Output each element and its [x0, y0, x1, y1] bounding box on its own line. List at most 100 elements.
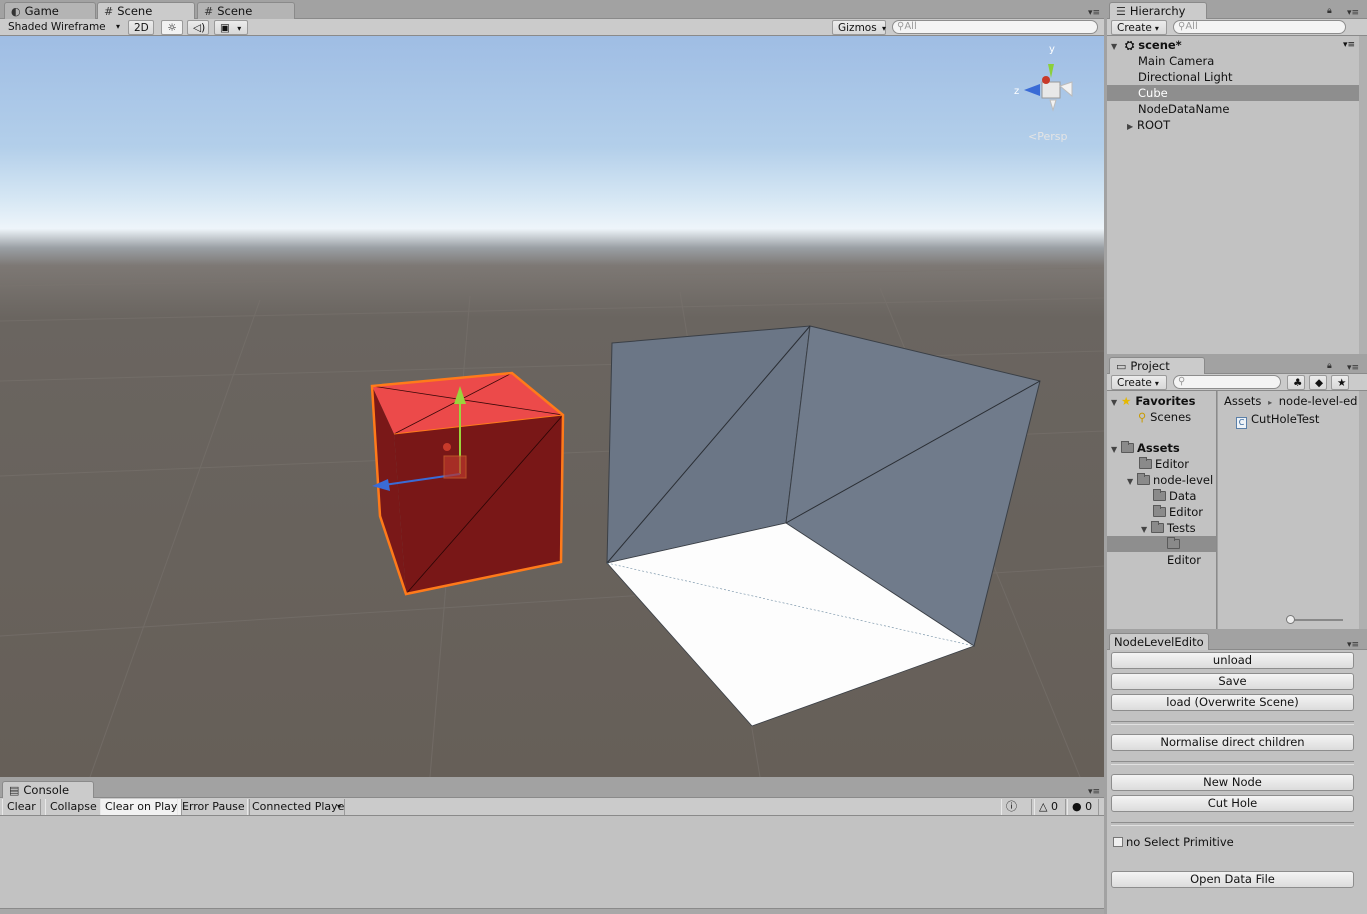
hierarchy-item-directional-light[interactable]: Directional Light [1107, 69, 1359, 85]
new-node-button[interactable]: New Node [1111, 774, 1354, 791]
project-create-dropdown[interactable]: Create ▾ [1111, 375, 1167, 390]
gizmo-y-label: y [1049, 44, 1055, 55]
project-files[interactable]: Assets ▸ node-level-ed C CutHoleTest [1218, 391, 1359, 629]
expand-arrow-icon[interactable]: ▶ [1127, 119, 1137, 135]
hash-icon: # [204, 5, 214, 18]
project-toolbar: Create ▾ ⚲ ♣ ◆ ★ [1107, 374, 1367, 391]
tab-node-level-editor[interactable]: NodeLevelEdito [1109, 633, 1209, 651]
console-tab-strip: ▤ Console ▾≡ [0, 777, 1104, 799]
pane-menu-icon[interactable]: ▾≡ [1088, 8, 1100, 18]
console-clear-on-play-button[interactable]: Clear on Play [100, 799, 183, 815]
unload-button[interactable]: unload [1111, 652, 1354, 669]
console-icon: ▤ [9, 784, 20, 797]
save-button[interactable]: Save [1111, 673, 1354, 690]
tab-project[interactable]: ▭ Project [1109, 357, 1205, 375]
hierarchy-tab-strip: ☰ Hierarchy 🔒︎ ▾≡ [1107, 0, 1367, 20]
console-log-area[interactable] [0, 816, 1104, 908]
tab-console[interactable]: ▤ Console [2, 781, 94, 799]
lock-icon[interactable]: 🔒︎ [1327, 361, 1332, 371]
list-icon: ☰ [1116, 5, 1126, 18]
audio-toggle[interactable]: ◁) [187, 20, 209, 35]
scene-toolbar: Shaded Wireframe ▾ 2D ☼ ◁) ▣ ▾ Gizmos ▾ … [0, 19, 1104, 36]
effects-dropdown[interactable]: ▣ ▾ [214, 20, 248, 35]
hierarchy-item-root[interactable]: ▶ ROOT [1107, 117, 1359, 133]
open-data-file-button[interactable]: Open Data File [1111, 871, 1354, 888]
tab-game[interactable]: ◐ Game [4, 2, 96, 19]
tree-favorites[interactable]: ▼ ★ Favorites [1107, 393, 1216, 409]
file-item[interactable]: C CutHoleTest [1218, 411, 1359, 429]
divider [1111, 721, 1354, 725]
project-tab-strip: ▭ Project 🔒︎ ▾≡ [1107, 355, 1367, 375]
axis-cube-icon [1024, 64, 1073, 112]
search-icon: ⚲ [1138, 410, 1147, 424]
project-tree[interactable]: ▼ ★ Favorites ⚲ Scenes ▼ Assets Editor ▼ no… [1107, 391, 1217, 629]
console-warning-toggle[interactable]: △ 0 [1034, 799, 1066, 815]
normalise-children-button[interactable]: Normalise direct children [1111, 734, 1354, 751]
draw-mode-dropdown[interactable]: Shaded Wireframe ▾ [3, 20, 123, 35]
tree-node-level[interactable]: ▼ node-level [1107, 472, 1216, 488]
console-error-toggle[interactable]: ● 0 [1067, 799, 1099, 815]
favorite-button[interactable]: ★ [1331, 375, 1349, 390]
gizmos-dropdown[interactable]: Gizmos ▾ [832, 20, 886, 35]
pane-menu-icon[interactable]: ▾≡ [1347, 640, 1359, 650]
hierarchy-search-input[interactable]: ⚲All [1173, 20, 1346, 34]
scene-viewport[interactable]: y z <Persp [0, 36, 1104, 777]
lighting-toggle[interactable]: ☼ [161, 20, 183, 35]
console-log-toggle[interactable]: ⓘ 0 [1001, 799, 1032, 828]
cut-hole-button[interactable]: Cut Hole [1111, 795, 1354, 812]
pane-menu-icon[interactable]: ▾≡ [1347, 363, 1359, 373]
lock-icon[interactable]: 🔒︎ [1327, 6, 1332, 16]
tree-editor[interactable]: Editor [1107, 456, 1216, 472]
tree-tests-editor[interactable]: Editor [1107, 536, 1216, 567]
scene-tab-strip: ◐ Game # Scene # Scene ▾≡ [0, 0, 1104, 20]
filter-label-button[interactable]: ◆ [1309, 375, 1327, 390]
hierarchy-scrollbar[interactable] [1359, 36, 1367, 354]
console-error-pause-button[interactable]: Error Pause [177, 799, 250, 815]
hierarchy-item-main-camera[interactable]: Main Camera [1107, 53, 1359, 69]
icon-size-slider[interactable] [1286, 615, 1343, 624]
row-menu-icon[interactable]: ▾≡ [1343, 37, 1355, 53]
no-select-primitive-toggle[interactable]: no Select Primitive [1113, 835, 1234, 849]
tab-scene[interactable]: # Scene [97, 2, 195, 20]
image-icon: ▣ [220, 22, 230, 34]
dropdown-arrow-icon: ▾ [882, 24, 887, 33]
pane-menu-icon[interactable]: ▾≡ [1347, 8, 1359, 18]
dropdown-arrow-icon: ▾ [336, 802, 341, 811]
console-connected-player-dropdown[interactable]: Connected Playe ▾ [247, 799, 345, 815]
hierarchy-item-cube[interactable]: Cube [1107, 85, 1359, 101]
hierarchy-item-nodedataname[interactable]: NodeDataName [1107, 101, 1359, 117]
tree-data[interactable]: Data [1107, 488, 1216, 504]
console-clear-button[interactable]: Clear [2, 799, 41, 815]
hierarchy-panel[interactable]: ▼ ⛭ scene* ▾≡ Main Camera Directional Li… [1107, 36, 1359, 354]
tree-scenes[interactable]: ⚲ Scenes [1107, 409, 1216, 425]
projection-label[interactable]: <Persp [1028, 130, 1067, 143]
scene-search-input[interactable]: ⚲All [892, 20, 1098, 34]
tree-node-editor[interactable]: Editor [1107, 504, 1216, 520]
project-search-input[interactable]: ⚲ [1173, 375, 1281, 389]
checkbox[interactable] [1113, 837, 1123, 847]
tab-hierarchy[interactable]: ☰ Hierarchy [1109, 2, 1207, 20]
console-collapse-button[interactable]: Collapse [45, 799, 102, 815]
load-overwrite-button[interactable]: load (Overwrite Scene) [1111, 694, 1354, 711]
mode-2d-button[interactable]: 2D [128, 20, 154, 35]
speaker-icon: ◁) [193, 22, 206, 34]
slider-handle[interactable] [1286, 615, 1295, 624]
tree-assets[interactable]: ▼ Assets [1107, 440, 1216, 456]
breadcrumb-node-level[interactable]: node-level-ed [1279, 394, 1358, 408]
breadcrumb: Assets ▸ node-level-ed [1218, 393, 1359, 409]
dropdown-arrow-icon: ▾ [1154, 24, 1159, 33]
orientation-gizmo[interactable]: y z [1010, 44, 1090, 124]
error-icon: ● [1072, 800, 1082, 813]
hierarchy-create-dropdown[interactable]: Create ▾ [1111, 20, 1167, 35]
hole-mesh[interactable] [606, 325, 1041, 727]
breadcrumb-assets[interactable]: Assets [1224, 394, 1261, 408]
game-controller-icon: ◐ [11, 5, 21, 18]
chevron-right-icon: ▸ [1268, 398, 1273, 407]
scene-root-row[interactable]: ▼ ⛭ scene* ▾≡ [1107, 37, 1359, 53]
folder-icon [1167, 537, 1180, 549]
tab-scene-2[interactable]: # Scene [197, 2, 295, 19]
tree-tests[interactable]: ▼ Tests [1107, 520, 1216, 536]
pane-menu-icon[interactable]: ▾≡ [1088, 787, 1100, 797]
filter-type-button[interactable]: ♣ [1287, 375, 1305, 390]
project-scrollbar[interactable] [1359, 391, 1367, 629]
